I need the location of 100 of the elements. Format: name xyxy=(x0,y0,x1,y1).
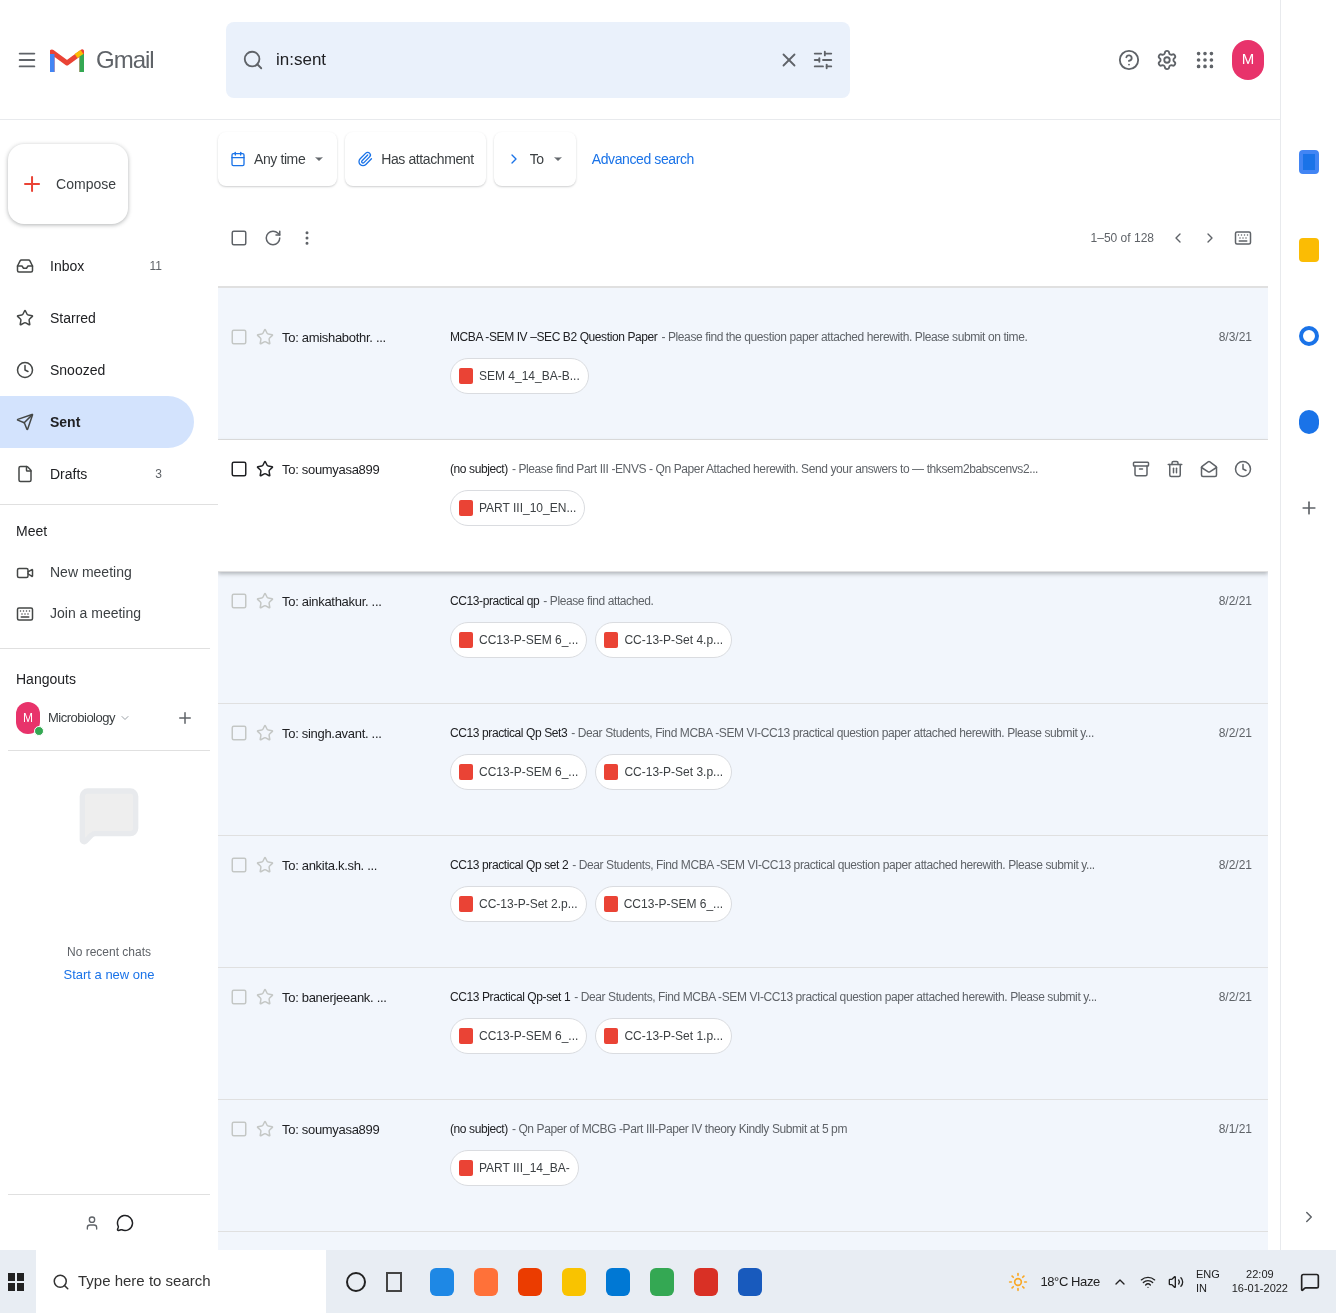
filter-chip[interactable]: Any time xyxy=(218,132,338,186)
attachment-chip[interactable]: CC-13-P-Set 4.p... xyxy=(595,622,733,658)
attachment-name: PART III_10_EN... xyxy=(479,500,577,517)
taskbar-app-icon[interactable] xyxy=(430,1267,454,1296)
pdf-icon xyxy=(603,896,618,912)
nav-item[interactable]: Inbox 11 xyxy=(0,240,194,292)
attachment-chip[interactable]: CC-13-P-Set 3.p... xyxy=(595,754,733,790)
filter-chip[interactable]: Has attachment xyxy=(345,132,486,186)
email-date: 8/3/21 xyxy=(1218,329,1252,346)
recipient-name: To: amishabothr. ... xyxy=(282,329,386,347)
taskbar-app-icon[interactable] xyxy=(518,1267,542,1296)
nav-item[interactable]: Starred xyxy=(0,292,194,344)
nav-label: Drafts xyxy=(50,464,89,484)
filter-options-icon[interactable] xyxy=(812,48,834,71)
nav-item[interactable]: Drafts 3 xyxy=(0,448,194,500)
chat-icon[interactable] xyxy=(116,1213,134,1232)
attachment-name: CC-13-P-Set 1.p... xyxy=(624,1028,724,1045)
meet-label: Join a meeting xyxy=(50,604,142,623)
notification-icon[interactable] xyxy=(1300,1271,1320,1292)
nav-item[interactable]: Snoozed xyxy=(0,344,194,396)
clock-icon[interactable] xyxy=(1234,460,1252,478)
attachment-chip[interactable]: CC13-P-SEM 6_... xyxy=(450,622,588,658)
attachment-chip[interactable]: CC13-P-SEM 6_... xyxy=(450,1018,588,1054)
email-row[interactable]: To: soumyasa899 (no subject) - Please find Part III -ENVS - Qn Paper Attached herewith. Send your answers to — thksem2babscenvs2... PART III_10_EN... xyxy=(218,440,1268,572)
send-icon xyxy=(16,413,34,431)
windows-logo-icon[interactable] xyxy=(8,1272,24,1291)
help-icon[interactable] xyxy=(1118,48,1140,71)
taskbar-app-icon[interactable] xyxy=(650,1267,674,1296)
pdf-icon xyxy=(604,1028,619,1044)
weather-text[interactable]: 18°C Haze xyxy=(1040,1271,1100,1292)
meet-item[interactable]: New meeting xyxy=(16,562,218,583)
recipient-name: To: soumyasa899 xyxy=(282,461,380,479)
keyboard-icon[interactable] xyxy=(1234,229,1252,247)
attachment-chip[interactable]: SEM 4_14_BA-B... xyxy=(450,358,589,394)
attachment-chip[interactable]: PART III_10_EN... xyxy=(450,490,586,526)
checkbox-icon[interactable] xyxy=(230,460,248,478)
attachment-chip[interactable]: PART III_14_BA- xyxy=(450,1150,579,1186)
paperclip-icon xyxy=(357,151,374,167)
taskbar-app-icon[interactable] xyxy=(694,1267,718,1296)
pdf-icon xyxy=(604,632,619,648)
search-icon xyxy=(242,48,264,71)
attachment-chip[interactable]: CC-13-P-Set 1.p... xyxy=(595,1018,733,1054)
email-date: 8/2/21 xyxy=(1218,593,1252,610)
pdf-icon xyxy=(459,368,473,384)
taskbar-search-field[interactable]: Type here to search xyxy=(36,1250,326,1313)
section-title: Meet xyxy=(16,522,49,541)
file-icon xyxy=(16,465,34,483)
settings-icon[interactable] xyxy=(1156,48,1178,71)
email-subject: CC13 practical Qp set 2 xyxy=(450,857,569,874)
archive-icon[interactable] xyxy=(1132,460,1150,478)
attachment-chip[interactable]: CC13-P-SEM 6_... xyxy=(594,886,733,922)
attachment-name: CC-13-P-Set 3.p... xyxy=(624,764,724,781)
attachment-chip[interactable]: CC-13-P-Set 2.p... xyxy=(450,886,587,922)
email-snippet: - Dear Students, Find MCBA -SEM VI-CC13 practical question paper attached herewith. Please submit y... xyxy=(572,857,1095,874)
email-subject: CC13-practical qp xyxy=(450,593,540,610)
recipient-name: To: singh.avant. ... xyxy=(282,725,382,743)
nav-label: Inbox xyxy=(50,256,86,276)
clock-icon xyxy=(16,361,34,379)
clock-time[interactable]: 22:09 xyxy=(1246,1267,1274,1282)
advanced-search-link[interactable]: Advanced search xyxy=(591,148,694,170)
taskbar-app-icon[interactable] xyxy=(606,1267,630,1296)
compose-button[interactable]: Compose xyxy=(8,144,128,224)
search-field[interactable]: in:sent xyxy=(226,21,850,98)
search-icon xyxy=(52,1272,70,1291)
meet-label: New meeting xyxy=(50,563,132,582)
language-text[interactable]: ENG xyxy=(1195,1267,1220,1282)
attachment-chip[interactable]: CC13-P-SEM 6_... xyxy=(450,754,588,790)
meet-item[interactable]: Join a meeting xyxy=(16,603,218,624)
email-snippet: - Please find Part III -ENVS - Qn Paper Attached herewith. Send your answers to — thksem2babscenvs2... xyxy=(511,461,1039,478)
pdf-icon xyxy=(459,1028,473,1044)
nav-item[interactable]: Sent xyxy=(0,396,194,448)
refresh-icon[interactable] xyxy=(264,229,282,247)
attachment-name: CC-13-P-Set 4.p... xyxy=(624,632,724,649)
region-text[interactable]: IN xyxy=(1195,1281,1220,1296)
plus-icon[interactable] xyxy=(176,709,194,727)
email-snippet: - Please find attached. xyxy=(543,593,654,610)
pagination-text: 1–50 of 128 xyxy=(1090,230,1154,247)
person-icon[interactable] xyxy=(84,1214,100,1231)
keyboard-icon xyxy=(16,604,34,623)
trash-icon[interactable] xyxy=(1166,460,1184,478)
email-snippet: - Qn Paper of MCBG -Part III-Paper IV theory Kindly Submit at 5 pm xyxy=(511,1121,847,1138)
pdf-icon xyxy=(459,764,473,780)
attachment-name: CC13-P-SEM 6_... xyxy=(479,632,579,649)
clock-date[interactable]: 16-01-2022 xyxy=(1231,1281,1288,1296)
mail-open-icon[interactable] xyxy=(1200,460,1218,478)
start-chat-link[interactable]: Start a new one xyxy=(63,965,155,985)
email-date: 8/1/21 xyxy=(1218,1121,1252,1138)
hangouts-user-name[interactable]: Microbiology xyxy=(48,708,115,728)
taskbar-app-icon[interactable] xyxy=(738,1267,762,1296)
select-all-checkbox-icon[interactable] xyxy=(230,229,248,247)
search-placeholder: Type here to search xyxy=(78,1271,212,1292)
email-subject: CC13 Practical Qp-set 1 xyxy=(450,989,571,1006)
email-snippet: - Please find the question paper attached herewith. Please submit on time. xyxy=(661,329,1028,346)
star-icon[interactable] xyxy=(256,460,274,478)
section-title: Hangouts xyxy=(16,670,77,689)
email-date: 8/2/21 xyxy=(1218,725,1252,742)
volume-icon[interactable] xyxy=(1167,1273,1184,1290)
attachment-name: CC-13-P-Set 2.p... xyxy=(479,896,578,913)
profile-avatar[interactable]: M xyxy=(1232,39,1264,80)
filter-chip[interactable]: To xyxy=(493,132,576,186)
